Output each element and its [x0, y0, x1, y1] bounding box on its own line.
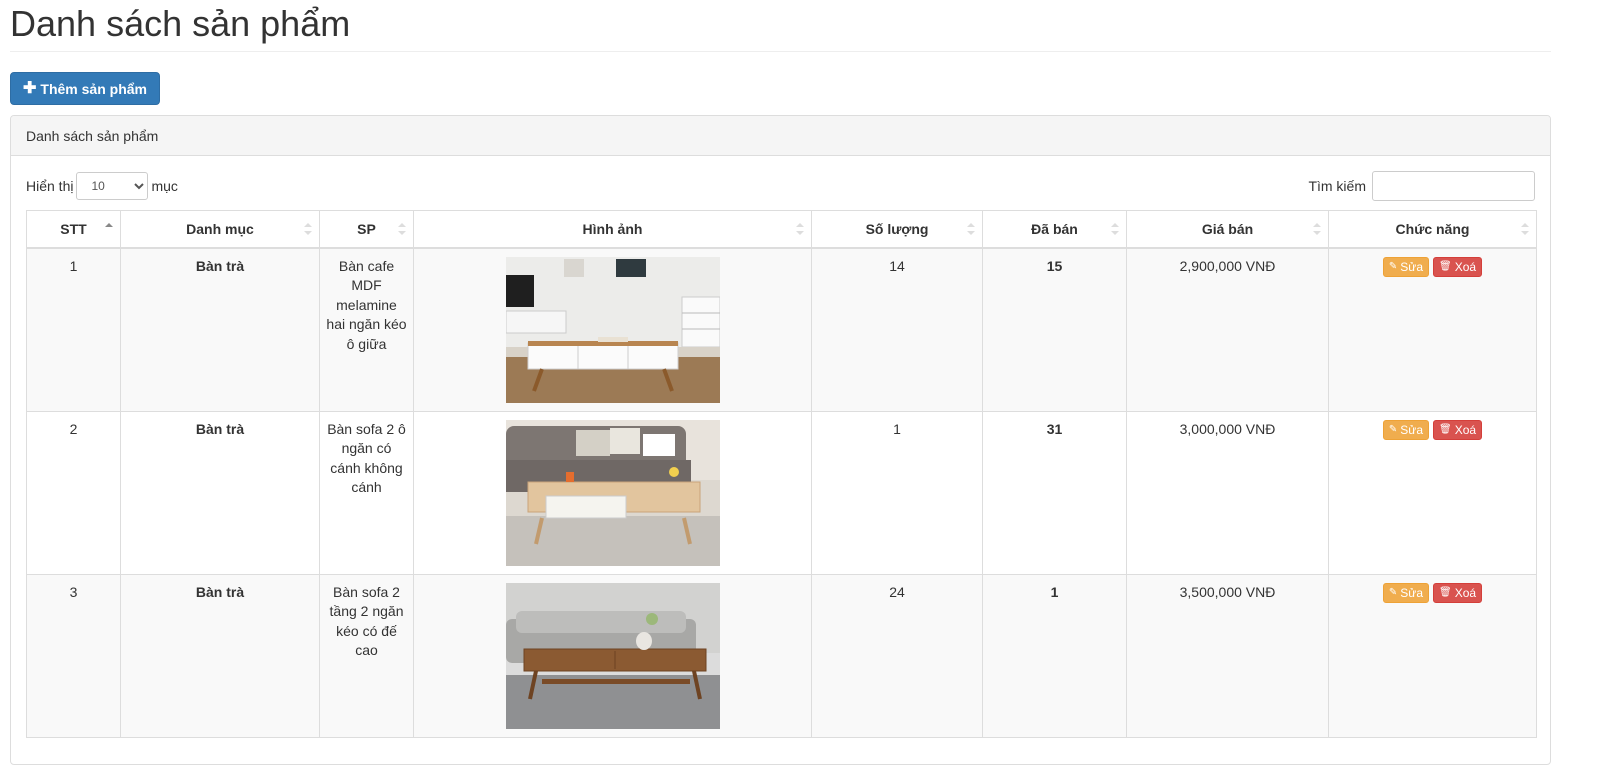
sort-icon [796, 223, 804, 235]
cell-category: Bàn trà [120, 410, 320, 575]
row-actions: ✎ Sửa 🗑 Xoá [1335, 582, 1530, 603]
cell-quantity: 1 [811, 410, 983, 575]
add-product-button[interactable]: ✚ Thêm sản phẩm [10, 72, 160, 105]
delete-label: Xoá [1454, 422, 1477, 437]
row-actions: ✎ Sửa 🗑 Xoá [1335, 256, 1530, 277]
cell-category: Bàn trà [120, 573, 320, 738]
table-row: 2 Bàn trà Bàn sofa 2 ô ngăn có cánh khôn… [26, 410, 1537, 575]
sort-icon [304, 223, 312, 235]
edit-icon: ✎ [1388, 424, 1398, 435]
cell-actions: ✎ Sửa 🗑 Xoá [1328, 573, 1537, 738]
page-length-control: Hiển thị 10 mục [26, 172, 178, 200]
product-image [505, 256, 720, 403]
cell-price: 3,000,000 VNĐ [1126, 410, 1329, 575]
col-header-actions[interactable]: Chức năng [1328, 210, 1537, 249]
product-table: STT Danh mục SP Hình ảnh Số lượng Đã bán… [26, 210, 1537, 738]
cell-product-name: Bàn sofa 2 tầng 2 ngăn kéo có đế cao [319, 573, 414, 738]
edit-button[interactable]: ✎ Sửa [1382, 419, 1430, 440]
cell-image [413, 573, 812, 738]
cell-stt: 2 [26, 410, 121, 575]
entries-label: mục [151, 178, 178, 194]
cell-price: 2,900,000 VNĐ [1126, 247, 1329, 412]
page-length-select[interactable]: 10 [76, 172, 149, 200]
edit-button[interactable]: ✎ Sửa [1382, 582, 1430, 603]
cell-actions: ✎ Sửa 🗑 Xoá [1328, 247, 1537, 412]
cell-product-name: Bàn sofa 2 ô ngăn có cánh không cánh [319, 410, 414, 575]
search-control: Tìm kiếm [1308, 171, 1535, 201]
row-actions: ✎ Sửa 🗑 Xoá [1335, 419, 1530, 440]
cell-product-name: Bàn cafe MDF melamine hai ngăn kéo ô giữ… [319, 247, 414, 412]
cell-image [413, 410, 812, 575]
delete-label: Xoá [1454, 259, 1477, 274]
add-product-label: Thêm sản phẩm [40, 80, 147, 97]
cell-sold: 1 [982, 573, 1127, 738]
show-label: Hiển thị [26, 178, 74, 194]
page-title: Danh sách sản phẩm [10, 0, 1551, 52]
cell-sold: 15 [982, 247, 1127, 412]
search-input[interactable] [1372, 171, 1535, 201]
table-row: 3 Bàn trà Bàn sofa 2 tầng 2 ngăn kéo có … [26, 573, 1537, 738]
col-header-image[interactable]: Hình ảnh [413, 210, 812, 249]
page: Danh sách sản phẩm ✚ Thêm sản phẩm Danh … [0, 0, 1616, 765]
edit-label: Sửa [1400, 422, 1424, 437]
cell-quantity: 24 [811, 573, 983, 738]
sort-icon [1521, 223, 1529, 235]
sort-icon [1313, 223, 1321, 235]
trash-icon: 🗑 [1439, 424, 1452, 435]
cell-image [413, 247, 812, 412]
cell-price: 3,500,000 VNĐ [1126, 573, 1329, 738]
delete-button[interactable]: 🗑 Xoá [1433, 582, 1483, 603]
edit-label: Sửa [1400, 585, 1424, 600]
cell-category: Bàn trà [120, 247, 320, 412]
col-header-price[interactable]: Giá bán [1126, 210, 1329, 249]
table-row: 1 Bàn trà Bàn cafe MDF melamine hai ngăn… [26, 247, 1537, 412]
search-label: Tìm kiếm [1308, 178, 1366, 194]
delete-button[interactable]: 🗑 Xoá [1433, 419, 1483, 440]
cell-quantity: 14 [811, 247, 983, 412]
edit-button[interactable]: ✎ Sửa [1382, 256, 1430, 277]
sort-icon [398, 223, 406, 235]
cell-stt: 1 [26, 247, 121, 412]
cell-stt: 3 [26, 573, 121, 738]
col-header-quantity[interactable]: Số lượng [811, 210, 983, 249]
product-image [505, 582, 720, 729]
trash-icon: 🗑 [1439, 587, 1452, 598]
col-header-product[interactable]: SP [319, 210, 414, 249]
cell-sold: 31 [982, 410, 1127, 575]
col-header-category[interactable]: Danh mục [120, 210, 320, 249]
table-controls: Hiển thị 10 mục Tìm kiếm [26, 171, 1535, 201]
panel-heading: Danh sách sản phẩm [11, 116, 1550, 156]
sort-icon [967, 223, 975, 235]
col-header-stt[interactable]: STT [26, 210, 121, 249]
edit-icon: ✎ [1388, 261, 1398, 272]
delete-button[interactable]: 🗑 Xoá [1433, 256, 1483, 277]
edit-label: Sửa [1400, 259, 1424, 274]
product-image [505, 419, 720, 566]
sort-icon [1111, 223, 1119, 235]
plus-icon: ✚ [23, 79, 37, 97]
col-header-sold[interactable]: Đã bán [982, 210, 1127, 249]
trash-icon: 🗑 [1439, 261, 1452, 272]
product-panel: Danh sách sản phẩm Hiển thị 10 mục Tìm k… [10, 115, 1551, 765]
sort-asc-icon [105, 223, 113, 235]
edit-icon: ✎ [1388, 587, 1398, 598]
table-header-row: STT Danh mục SP Hình ảnh Số lượng Đã bán… [26, 210, 1537, 249]
cell-actions: ✎ Sửa 🗑 Xoá [1328, 410, 1537, 575]
delete-label: Xoá [1454, 585, 1477, 600]
